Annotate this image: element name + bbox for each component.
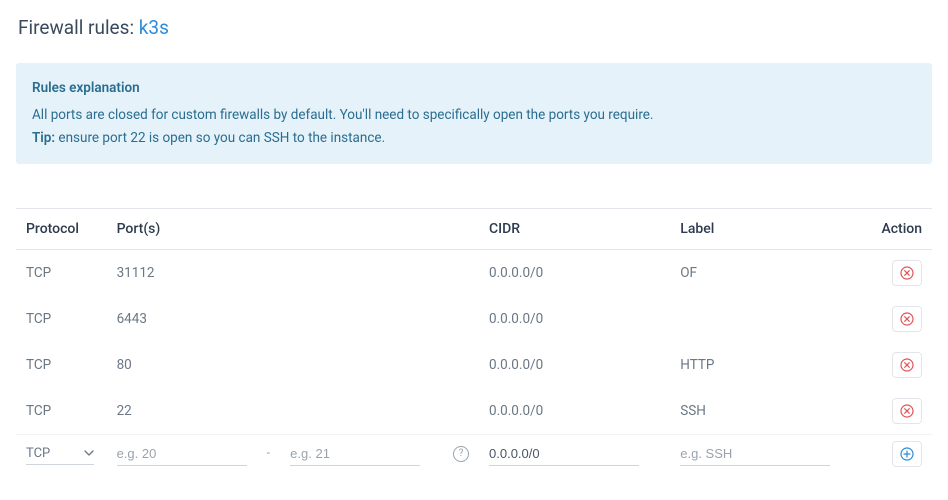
cell-protocol: TCP bbox=[16, 296, 107, 342]
cell-label: SSH bbox=[670, 388, 861, 435]
delete-icon bbox=[900, 312, 914, 326]
firewall-name: k3s bbox=[139, 16, 169, 39]
cell-cidr: 0.0.0.0/0 bbox=[479, 296, 670, 342]
cell-ports: 22 bbox=[107, 388, 479, 435]
cell-cidr: 0.0.0.0/0 bbox=[479, 342, 670, 388]
new-rule-row: TCP - ? bbox=[16, 434, 932, 477]
cell-cidr: 0.0.0.0/0 bbox=[479, 388, 670, 435]
header-ports: Port(s) bbox=[107, 208, 479, 249]
title-prefix: Firewall rules: bbox=[18, 16, 139, 39]
port-start-input[interactable] bbox=[117, 442, 247, 466]
delete-icon bbox=[900, 266, 914, 280]
help-icon[interactable]: ? bbox=[453, 446, 469, 462]
cidr-input[interactable] bbox=[489, 442, 639, 466]
cell-protocol: TCP bbox=[16, 342, 107, 388]
header-protocol: Protocol bbox=[16, 208, 107, 249]
delete-rule-button[interactable] bbox=[892, 306, 922, 332]
delete-icon bbox=[900, 358, 914, 372]
delete-rule-button[interactable] bbox=[892, 352, 922, 378]
delete-rule-button[interactable] bbox=[892, 260, 922, 286]
rules-explanation-box: Rules explanation All ports are closed f… bbox=[16, 63, 932, 164]
cell-label bbox=[670, 296, 861, 342]
page-title: Firewall rules: k3s bbox=[16, 16, 932, 39]
header-cidr: CIDR bbox=[479, 208, 670, 249]
explanation-body: All ports are closed for custom firewall… bbox=[32, 104, 916, 127]
add-icon bbox=[900, 447, 914, 461]
cell-ports: 80 bbox=[107, 342, 479, 388]
explanation-tip: Tip: ensure port 22 is open so you can S… bbox=[32, 127, 916, 150]
cell-ports: 31112 bbox=[107, 249, 479, 296]
cell-label: OF bbox=[670, 249, 861, 296]
chevron-down-icon bbox=[84, 450, 94, 456]
table-row: TCP 6443 0.0.0.0/0 bbox=[16, 296, 932, 342]
add-rule-button[interactable] bbox=[892, 441, 922, 467]
table-row: TCP 22 0.0.0.0/0 SSH bbox=[16, 388, 932, 435]
tip-label: Tip: bbox=[32, 130, 55, 146]
protocol-select-value: TCP bbox=[26, 446, 50, 461]
port-range-dash: - bbox=[267, 446, 271, 461]
cell-label: HTTP bbox=[670, 342, 861, 388]
delete-icon bbox=[900, 404, 914, 418]
header-action: Action bbox=[862, 208, 932, 249]
delete-rule-button[interactable] bbox=[892, 398, 922, 424]
table-row: TCP 31112 0.0.0.0/0 OF bbox=[16, 249, 932, 296]
firewall-rules-table: Protocol Port(s) CIDR Label Action TCP 3… bbox=[16, 208, 932, 477]
table-row: TCP 80 0.0.0.0/0 HTTP bbox=[16, 342, 932, 388]
port-end-input[interactable] bbox=[290, 442, 420, 466]
explanation-heading: Rules explanation bbox=[32, 77, 916, 100]
tip-body: ensure port 22 is open so you can SSH to… bbox=[55, 130, 385, 146]
cell-protocol: TCP bbox=[16, 249, 107, 296]
protocol-select[interactable]: TCP bbox=[26, 443, 94, 465]
header-label: Label bbox=[670, 208, 861, 249]
label-input[interactable] bbox=[680, 442, 830, 466]
cell-ports: 6443 bbox=[107, 296, 479, 342]
cell-cidr: 0.0.0.0/0 bbox=[479, 249, 670, 296]
cell-protocol: TCP bbox=[16, 388, 107, 435]
